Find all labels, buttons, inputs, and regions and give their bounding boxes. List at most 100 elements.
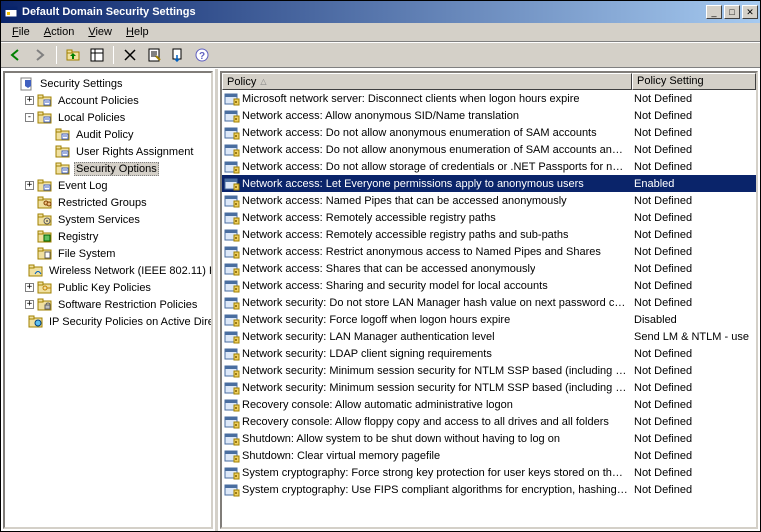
policy-setting: Not Defined [632,195,756,207]
folder-fs-icon [37,246,53,262]
policy-icon [224,448,240,464]
policy-row[interactable]: System cryptography: Use FIPS compliant … [222,481,756,498]
tree-item-label: Security Settings [38,78,125,90]
expander-placeholder [25,232,34,241]
splitter[interactable] [215,69,218,531]
policy-row[interactable]: Recovery console: Allow floppy copy and … [222,413,756,430]
close-button[interactable]: ✕ [742,5,758,19]
policy-row[interactable]: Network security: LAN Manager authentica… [222,328,756,345]
tree-pane[interactable]: Security Settings +Account Policies-Local… [3,71,213,529]
column-header-policy[interactable]: Policy △ [222,73,632,90]
policy-row[interactable]: Network security: Force logoff when logo… [222,311,756,328]
policy-setting: Not Defined [632,212,756,224]
delete-button[interactable] [119,44,141,66]
policy-name: Recovery console: Allow floppy copy and … [242,416,609,428]
policy-row[interactable]: System cryptography: Force strong key pr… [222,464,756,481]
list-header: Policy △ Policy Setting [222,73,756,90]
expand-icon[interactable]: + [25,96,34,105]
policy-row[interactable]: Network security: Minimum session securi… [222,362,756,379]
tree-item[interactable]: File System [25,245,209,262]
policy-name: Network access: Shares that can be acces… [242,263,535,275]
title-bar: Default Domain Security Settings _ □ ✕ [1,1,760,23]
tree-item[interactable]: User Rights Assignment [43,143,209,160]
policy-row[interactable]: Network access: Shares that can be acces… [222,260,756,277]
tree-item[interactable]: Security Options [43,160,209,177]
expander-placeholder [25,215,34,224]
window-title: Default Domain Security Settings [22,6,706,18]
collapse-icon[interactable]: - [25,113,34,122]
folder-reg-icon [37,229,53,245]
tree-item[interactable]: Security Settings [7,75,209,92]
policy-row[interactable]: Shutdown: Allow system to be shut down w… [222,430,756,447]
tree-item-label: Public Key Policies [56,282,153,294]
show-hide-tree-button[interactable] [86,44,108,66]
tree-item[interactable]: Restricted Groups [25,194,209,211]
policy-name: Network access: Allow anonymous SID/Name… [242,110,519,122]
tree-item[interactable]: System Services [25,211,209,228]
tree-item[interactable]: IP Security Policies on Active Directory [25,313,209,330]
expander-placeholder [43,147,52,156]
policy-row[interactable]: Network access: Allow anonymous SID/Name… [222,107,756,124]
policy-row[interactable]: Network access: Let Everyone permissions… [222,175,756,192]
export-list-button[interactable] [167,44,189,66]
menu-view[interactable]: View [81,24,119,40]
policy-setting: Not Defined [632,484,756,496]
toolbar-separator [56,46,57,64]
policy-row[interactable]: Network access: Remotely accessible regi… [222,209,756,226]
policy-row[interactable]: Network security: Do not store LAN Manag… [222,294,756,311]
help-button[interactable]: ? [191,44,213,66]
policy-row[interactable]: Network access: Do not allow anonymous e… [222,141,756,158]
folder-policy-icon [55,127,71,143]
policy-icon [224,108,240,124]
tree-item[interactable]: +Account Policies [25,92,209,109]
policy-setting: Not Defined [632,110,756,122]
forward-button[interactable] [29,44,51,66]
menu-action[interactable]: Action [37,24,82,40]
policy-row[interactable]: Network access: Do not allow anonymous e… [222,124,756,141]
policy-setting: Not Defined [632,348,756,360]
tree-item[interactable]: Registry [25,228,209,245]
policy-icon [224,414,240,430]
toolbar: ? [1,42,760,68]
column-header-setting[interactable]: Policy Setting [632,73,756,90]
policy-icon [224,329,240,345]
properties-button[interactable] [143,44,165,66]
policy-icon [224,210,240,226]
policy-row[interactable]: Shutdown: Clear virtual memory pagefileN… [222,447,756,464]
maximize-button[interactable]: □ [724,5,740,19]
tree-item-label: IP Security Policies on Active Directory [47,316,213,328]
policy-name: Network security: Minimum session securi… [242,382,628,394]
tree-item[interactable]: +Software Restriction Policies [25,296,209,313]
minimize-button[interactable]: _ [706,5,722,19]
up-button[interactable] [62,44,84,66]
folder-policy-icon [37,110,53,126]
expander-placeholder [43,130,52,139]
menu-file[interactable]: File [5,24,37,40]
policy-row[interactable]: Recovery console: Allow automatic admini… [222,396,756,413]
expand-icon[interactable]: + [25,283,34,292]
policy-row[interactable]: Network access: Remotely accessible regi… [222,226,756,243]
tree-item-label: File System [56,248,117,260]
tree-item[interactable]: + Public Key Policies [25,279,209,296]
folder-policy-icon [55,161,71,177]
policy-row[interactable]: Network security: Minimum session securi… [222,379,756,396]
expand-icon[interactable]: + [25,181,34,190]
back-button[interactable] [5,44,27,66]
policy-name: Shutdown: Allow system to be shut down w… [242,433,560,445]
policy-icon [224,380,240,396]
tree-item[interactable]: + Event Log [25,177,209,194]
policy-row[interactable]: Network access: Named Pipes that can be … [222,192,756,209]
list-body[interactable]: Microsoft network server: Disconnect cli… [222,90,756,527]
menu-help[interactable]: Help [119,24,156,40]
tree-item[interactable]: Wireless Network (IEEE 802.11) Policies [25,262,209,279]
policy-row[interactable]: Network access: Sharing and security mod… [222,277,756,294]
policy-row[interactable]: Microsoft network server: Disconnect cli… [222,90,756,107]
policy-icon [224,142,240,158]
tree-item-label: Event Log [56,180,110,192]
tree-item[interactable]: -Local Policies [25,109,209,126]
tree-item[interactable]: Audit Policy [43,126,209,143]
policy-row[interactable]: Network access: Restrict anonymous acces… [222,243,756,260]
expand-icon[interactable]: + [25,300,34,309]
policy-row[interactable]: Network security: LDAP client signing re… [222,345,756,362]
policy-row[interactable]: Network access: Do not allow storage of … [222,158,756,175]
